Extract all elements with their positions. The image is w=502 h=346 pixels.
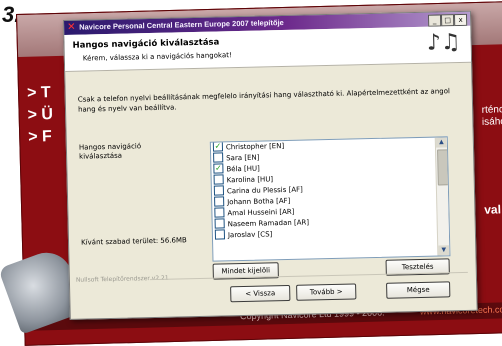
checkbox-icon[interactable] (214, 207, 225, 218)
maximize-button[interactable]: □ (440, 14, 455, 27)
voice-label: Johann Botha [AF] (227, 196, 291, 207)
checkbox-icon[interactable] (214, 229, 226, 240)
checkbox-icon[interactable] (214, 196, 225, 207)
background-menu-item-1: > T (26, 84, 51, 102)
scroll-up-icon[interactable]: ▲ (435, 137, 447, 148)
checkbox-icon[interactable] (213, 174, 224, 185)
back-button[interactable]: < Vissza (230, 284, 291, 303)
voice-label: Karolina [HU] (226, 175, 274, 185)
background-text-2: isához (481, 116, 502, 128)
checkbox-icon[interactable]: ✓ (213, 163, 224, 174)
scroll-thumb[interactable] (437, 149, 449, 186)
wizard-header: Hangos navigáció kiválasztása Kérem, vál… (64, 25, 472, 72)
checkbox-icon[interactable] (213, 152, 224, 163)
voice-label: Carina du Plessis [AF] (226, 185, 303, 196)
checkbox-icon[interactable] (214, 218, 225, 229)
footer-divider (149, 271, 468, 281)
checkbox-icon[interactable] (213, 185, 225, 196)
voice-list-label: Hangos navigáció kiválasztása (78, 142, 142, 161)
background-text-1: rténo (481, 104, 502, 116)
scroll-down-icon[interactable]: ▼ (438, 245, 450, 256)
minimize-button[interactable]: _ (427, 14, 442, 27)
background-menu-item-2: > Ü (27, 106, 54, 124)
installer-window: ✕ Navicore Personal Central Eastern Euro… (63, 10, 478, 320)
voice-label: Sara [EN] (226, 153, 260, 163)
voice-label: Naseem Ramadan [AR] (227, 218, 310, 229)
voice-label: Christopher [EN] (225, 142, 285, 152)
voice-label: Béla [HU] (226, 164, 260, 174)
list-scrollbar[interactable]: ▲ ▼ (434, 137, 450, 256)
window-title: Navicore Personal Central Eastern Europe… (79, 17, 284, 32)
background-text-3: val (484, 202, 502, 217)
voice-label: Amal Husseini [AR] (227, 207, 295, 218)
cancel-button[interactable]: Mégse (386, 281, 451, 299)
next-button[interactable]: Tovább > (296, 283, 357, 301)
app-icon: ✕ (67, 21, 76, 33)
checkbox-icon[interactable]: ✓ (212, 141, 224, 152)
close-button[interactable]: x (453, 13, 468, 27)
voice-label: Jaroslav [CS] (227, 230, 273, 240)
background-menu-item-3: > F (28, 128, 53, 146)
page-subtitle: Kérem, válassza ki a navigációs hangokat… (82, 51, 232, 63)
page-title: Hangos navigáció kiválasztása (72, 37, 220, 51)
voice-list[interactable]: ✓ Christopher [EN] Sara [EN] ✓ Béla [HU] K… (209, 136, 451, 262)
free-space-label: Kívánt szabad terület: 56.6MB (80, 236, 187, 247)
intro-text: Csak a telefon nyelvi beállításának megf… (77, 87, 451, 114)
music-notes-icon: ♪♫ (426, 29, 461, 56)
